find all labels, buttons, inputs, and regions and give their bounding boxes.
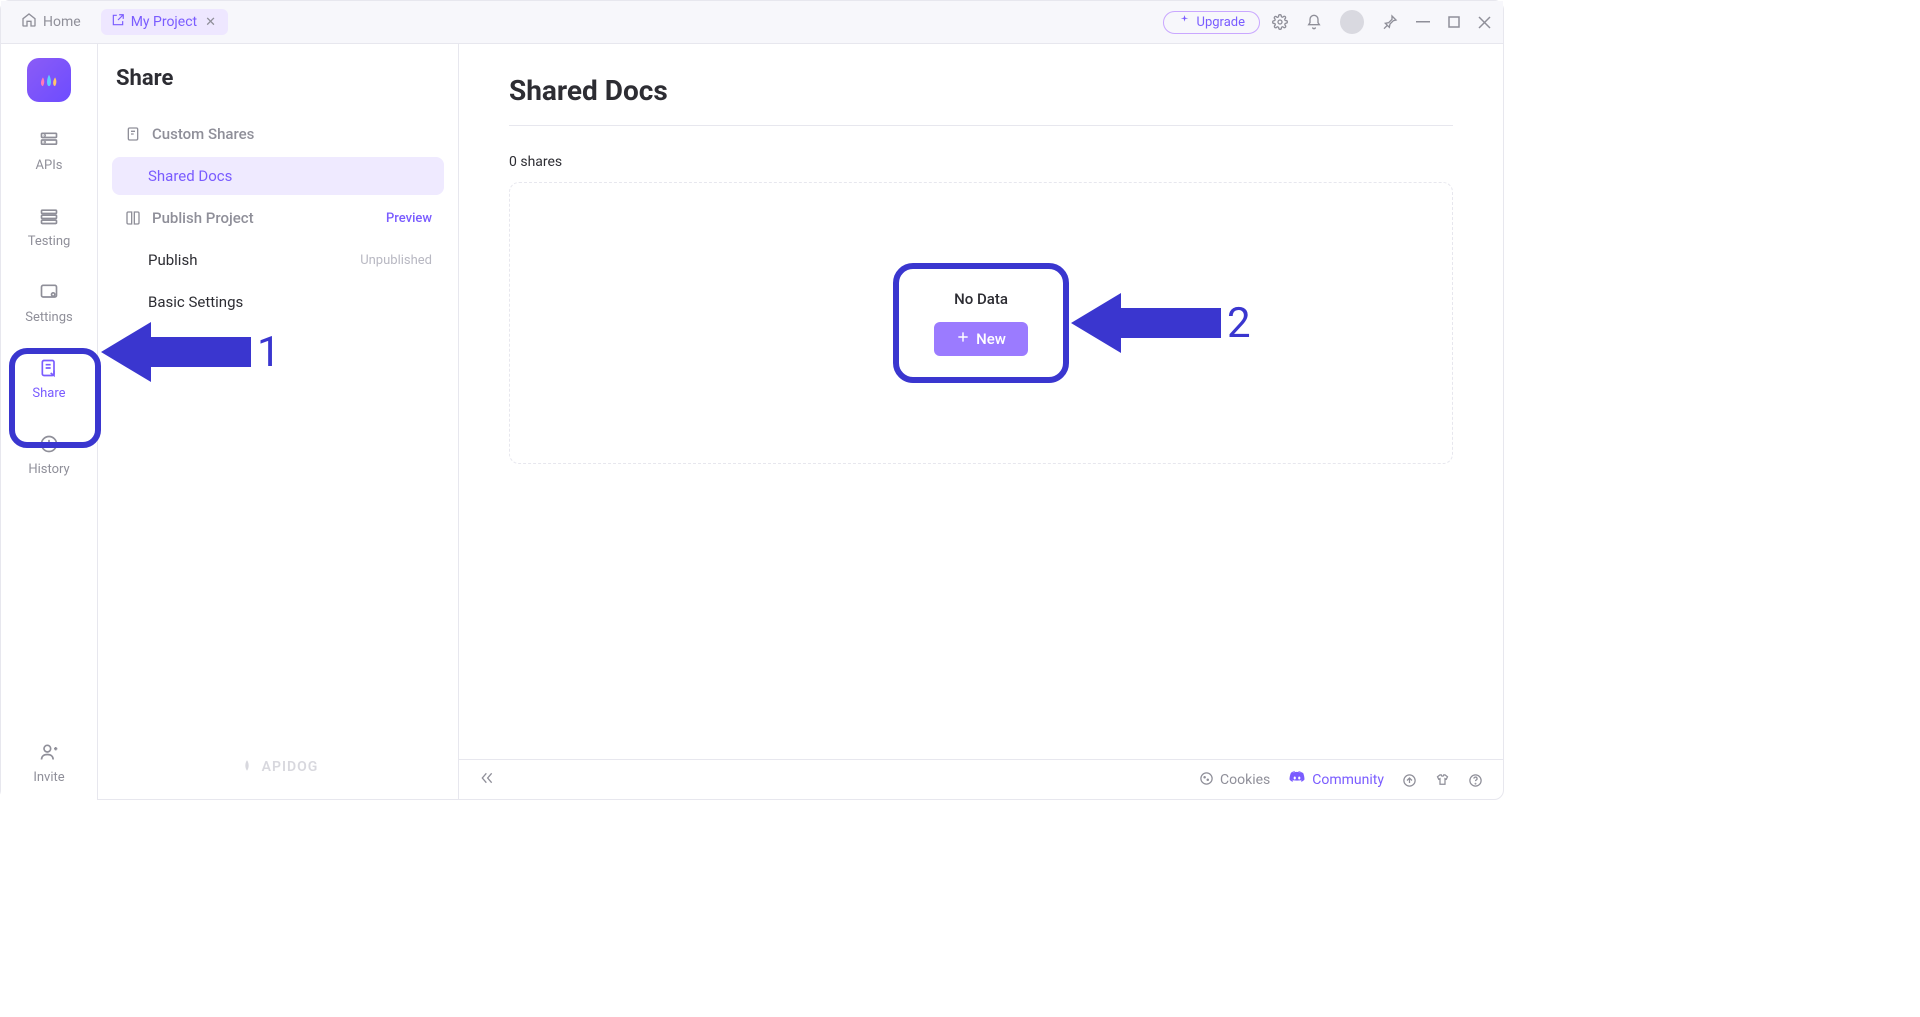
footer-community[interactable]: Community xyxy=(1288,769,1384,791)
rail-apis-label: APIs xyxy=(36,158,63,173)
rail-testing[interactable]: Testing xyxy=(9,200,89,254)
gear-icon[interactable] xyxy=(1272,14,1288,30)
app-body: APIs Testing Settings Share History xyxy=(1,44,1503,800)
sidebar-basic-settings-label: Basic Settings xyxy=(148,293,243,311)
rail-settings-label: Settings xyxy=(25,310,72,325)
annotation-arrow-1: 1 xyxy=(101,317,281,387)
sidebar-publish-project-label: Publish Project xyxy=(152,209,254,227)
window-maximize-icon[interactable] xyxy=(1448,16,1460,28)
footer-help-icon[interactable] xyxy=(1468,773,1483,788)
upgrade-label: Upgrade xyxy=(1197,15,1245,30)
history-icon xyxy=(39,434,59,458)
sidebar-custom-shares-label: Custom Shares xyxy=(152,125,254,143)
sidebar-publish[interactable]: Publish Unpublished xyxy=(112,241,444,279)
brand-watermark: APIDOG xyxy=(98,740,458,794)
bell-icon[interactable] xyxy=(1306,14,1322,30)
sparkle-icon xyxy=(1178,14,1191,31)
sidebar-publish-label: Publish xyxy=(148,251,197,269)
home-icon xyxy=(21,12,37,32)
invite-icon xyxy=(39,742,59,766)
secondary-sidebar: Share Custom Shares Shared Docs Pub xyxy=(98,44,459,800)
home-button[interactable]: Home xyxy=(13,8,89,36)
book-icon xyxy=(124,210,142,226)
tab-label: My Project xyxy=(131,14,197,30)
cookie-icon xyxy=(1199,771,1214,790)
footer-cookies[interactable]: Cookies xyxy=(1199,771,1270,790)
sidebar-shared-docs[interactable]: Shared Docs xyxy=(112,157,444,195)
footer-cookies-label: Cookies xyxy=(1220,772,1270,788)
settings-icon xyxy=(39,282,59,306)
avatar[interactable] xyxy=(1340,10,1364,34)
sidebar-custom-shares[interactable]: Custom Shares xyxy=(112,115,444,153)
sidebar-preview-link[interactable]: Preview xyxy=(386,211,432,226)
rail-share[interactable]: Share xyxy=(9,352,89,406)
footer-bar: Cookies Community xyxy=(459,759,1503,800)
footer-community-label: Community xyxy=(1312,772,1384,788)
home-label: Home xyxy=(43,14,81,30)
app-logo[interactable] xyxy=(27,58,71,102)
rail-share-label: Share xyxy=(32,386,65,401)
testing-icon xyxy=(39,206,59,230)
divider xyxy=(509,125,1453,126)
discord-icon xyxy=(1288,769,1306,791)
new-button-label: New xyxy=(976,330,1006,348)
doc-share-icon xyxy=(124,126,142,142)
rail-history[interactable]: History xyxy=(9,428,89,482)
rail-apis[interactable]: APIs xyxy=(9,124,89,178)
project-tab[interactable]: My Project ✕ xyxy=(101,9,228,35)
topbar: Home My Project ✕ Upgrade xyxy=(1,1,1503,44)
content-area: Shared Docs 0 shares No Data New xyxy=(459,44,1503,800)
rail-testing-label: Testing xyxy=(28,234,71,249)
rail-settings[interactable]: Settings xyxy=(9,276,89,330)
sidebar-publish-status: Unpublished xyxy=(360,253,432,268)
close-tab-icon[interactable]: ✕ xyxy=(203,15,218,30)
rail-history-label: History xyxy=(28,462,69,477)
sidebar-basic-settings[interactable]: Basic Settings xyxy=(112,283,444,321)
brand-label: APIDOG xyxy=(262,759,319,775)
plus-icon xyxy=(956,330,970,348)
pin-icon[interactable] xyxy=(1382,14,1398,30)
annotation-label-2: 2 xyxy=(1227,299,1251,348)
sidebar-shared-docs-label: Shared Docs xyxy=(148,167,232,185)
annotation-label-1: 1 xyxy=(257,328,281,377)
rail-invite[interactable]: Invite xyxy=(9,736,89,790)
footer-upload-icon[interactable] xyxy=(1402,773,1417,788)
footer-tshirt-icon[interactable] xyxy=(1435,773,1450,788)
window-close-icon[interactable] xyxy=(1478,16,1491,29)
page-title: Shared Docs xyxy=(509,74,1453,107)
sidebar-publish-project[interactable]: Publish Project Preview xyxy=(112,199,444,237)
window-minimize-icon[interactable] xyxy=(1416,15,1430,29)
new-button[interactable]: New xyxy=(934,322,1028,356)
share-count: 0 shares xyxy=(509,154,1453,170)
no-data-label: No Data xyxy=(954,290,1008,308)
annotation-arrow-2: 2 xyxy=(1071,288,1251,358)
rail-invite-label: Invite xyxy=(33,770,64,785)
sidebar-title: Share xyxy=(116,66,448,91)
upgrade-button[interactable]: Upgrade xyxy=(1163,11,1260,34)
share-icon xyxy=(39,358,59,382)
external-link-icon xyxy=(111,13,125,31)
apis-icon xyxy=(39,130,59,154)
empty-state-box: No Data New 2 xyxy=(509,182,1453,464)
collapse-sidebar-icon[interactable] xyxy=(479,770,495,790)
nav-rail: APIs Testing Settings Share History xyxy=(1,44,98,800)
